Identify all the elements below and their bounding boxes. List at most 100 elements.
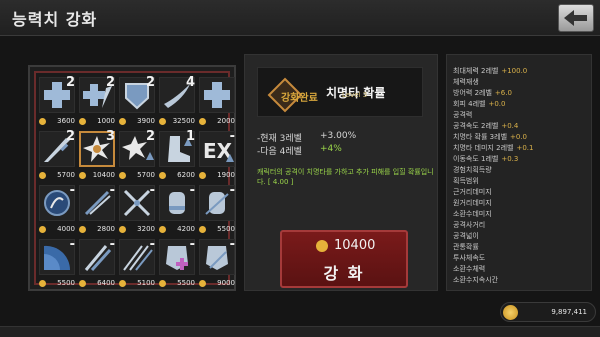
upgrade-button[interactable]: 10400 강 화 [280, 230, 408, 288]
coin-icon [199, 118, 206, 125]
stat-line: 이동속도 1레벨 +0.3 [453, 155, 519, 163]
skill-level: - [109, 237, 115, 252]
skill-level: - [69, 183, 75, 198]
skill-level: 1 [185, 129, 195, 144]
skill-level: - [69, 237, 75, 252]
skill-price: 5100 [118, 279, 156, 289]
stat-line: 근거리데미지 [453, 188, 492, 196]
upgrade-complete-badge: 강화완료 [281, 93, 318, 104]
stats-summary-panel: 최대체력 2레벨 +100.0 체력재생 방어력 2레벨 +6.0 회피 4레벨 +0… [446, 54, 592, 291]
skill-price: 4000 [38, 225, 76, 235]
coin-icon [79, 226, 86, 233]
stat-line: 치명타 데미지 2레벨 +0.1 [453, 144, 534, 152]
skill-cell[interactable]: - 2800 [78, 183, 116, 237]
skill-level: 2 [145, 75, 155, 90]
skill-cell[interactable]: - 3200 [118, 183, 156, 237]
coin-icon [159, 226, 166, 233]
skill-cell[interactable]: 2 3600 [38, 75, 76, 129]
skill-price: 3600 [38, 117, 76, 127]
stat-line: 원거리데미지 [453, 199, 492, 207]
gold-amount: 9,897,411 [551, 308, 587, 316]
stat-line: 소환수지속시간 [453, 276, 499, 284]
coin-icon [119, 118, 126, 125]
skill-price: 1900 [198, 171, 236, 181]
back-button[interactable] [558, 4, 594, 32]
skill-cell-selected[interactable]: 3 10400 [78, 129, 116, 183]
coin-icon [39, 226, 46, 233]
stat-line: 획득범위 [453, 177, 479, 185]
skill-cell[interactable]: 2 5700 [118, 129, 156, 183]
coin-icon [159, 118, 166, 125]
gold-counter: 9,897,411 [500, 302, 596, 322]
skill-cell[interactable]: EX - 1900 [198, 129, 236, 183]
back-arrow-icon [564, 10, 587, 26]
page-title: 능력치 강화 [12, 10, 98, 29]
skill-cell[interactable]: 2000 [198, 77, 236, 129]
stat-line: 투사체속도 [453, 254, 486, 262]
stat-line: 치명타 확률 3레벨 +0.0 [453, 133, 528, 141]
skill-cell[interactable]: 1 6200 [158, 129, 196, 183]
stat-line: 회피 4레벨 +0.0 [453, 100, 506, 108]
coin-icon [39, 118, 46, 125]
skill-price: 4200 [158, 225, 196, 235]
skill-level: - [189, 237, 195, 252]
skill-level: 2 [65, 129, 75, 144]
stat-line: 공격넓이 [453, 232, 479, 240]
skill-cell[interactable]: 2 5700 [38, 129, 76, 183]
skill-description: 캐릭터의 공격이 치명타를 가하고 추가 피해를 입힐 확률입니다. [ 4.0… [257, 168, 434, 186]
coin-icon [119, 172, 126, 179]
plus-cross-icon [199, 77, 235, 113]
skill-level: - [149, 237, 155, 252]
skill-cell[interactable]: 2 3900 [118, 75, 156, 129]
coin-icon [316, 240, 328, 252]
skill-level: - [109, 183, 115, 198]
skill-grid: 2 3600 2 1000 2 3900 4 32500 2000 2 5700… [34, 71, 235, 287]
skill-price: 9000 [198, 279, 236, 289]
skill-price: 6400 [78, 279, 116, 289]
skill-cell[interactable]: - 4000 [38, 183, 76, 237]
skill-price: 5500 [158, 279, 196, 289]
skill-price: 32500 [158, 117, 196, 127]
current-level-label: -현재 3레벨 [257, 134, 302, 144]
coin-icon [79, 280, 86, 287]
stat-line: 공격력 [453, 111, 473, 119]
skill-level: 2 [105, 75, 115, 90]
skill-cell[interactable]: - 9000 [198, 237, 236, 291]
coin-icon [199, 226, 206, 233]
skill-price: 3200 [118, 225, 156, 235]
coin-icon [39, 172, 46, 179]
coin-icon [159, 280, 166, 287]
skill-cell[interactable]: - 5500 [198, 183, 236, 237]
skill-price: 10400 [78, 171, 116, 181]
skill-cell[interactable]: - 4200 [158, 183, 196, 237]
stat-line: 공격사거리 [453, 221, 486, 229]
upgrade-button-label: 강 화 [323, 264, 365, 283]
coin-icon [79, 172, 86, 179]
skill-cell[interactable]: 4 32500 [158, 75, 196, 129]
stat-line: 소환수체력 [453, 265, 486, 273]
skill-level-label: Level 3 [342, 91, 368, 99]
skill-level: 3 [105, 129, 115, 144]
skill-price: 5500 [38, 279, 76, 289]
skill-level: 4 [185, 75, 195, 90]
skill-price: 5700 [38, 171, 76, 181]
stat-line: 관통확률 [453, 243, 479, 251]
coin-icon [199, 280, 206, 287]
skill-level: 2 [145, 129, 155, 144]
skill-cell[interactable]: 2 1000 [78, 75, 116, 129]
skill-level: - [149, 183, 155, 198]
skill-level: 2 [65, 75, 75, 90]
skill-level: - [229, 237, 235, 252]
top-bar: 능력치 강화 [0, 0, 600, 36]
skill-grid-panel: 2 3600 2 1000 2 3900 4 32500 2000 2 5700… [28, 65, 236, 291]
skill-price: 6200 [158, 171, 196, 181]
skill-cell[interactable]: - 5100 [118, 237, 156, 291]
skill-cell[interactable]: - 5500 [158, 237, 196, 291]
skill-cell[interactable]: - 6400 [78, 237, 116, 291]
skill-cell[interactable]: - 5500 [38, 237, 76, 291]
current-level-value: +3.00% [320, 131, 357, 141]
stat-line: 공격속도 2레벨 +0.4 [453, 122, 519, 130]
skill-price: 2800 [78, 225, 116, 235]
skill-level: - [229, 129, 235, 144]
stat-line: 최대체력 2레벨 +100.0 [453, 67, 528, 75]
